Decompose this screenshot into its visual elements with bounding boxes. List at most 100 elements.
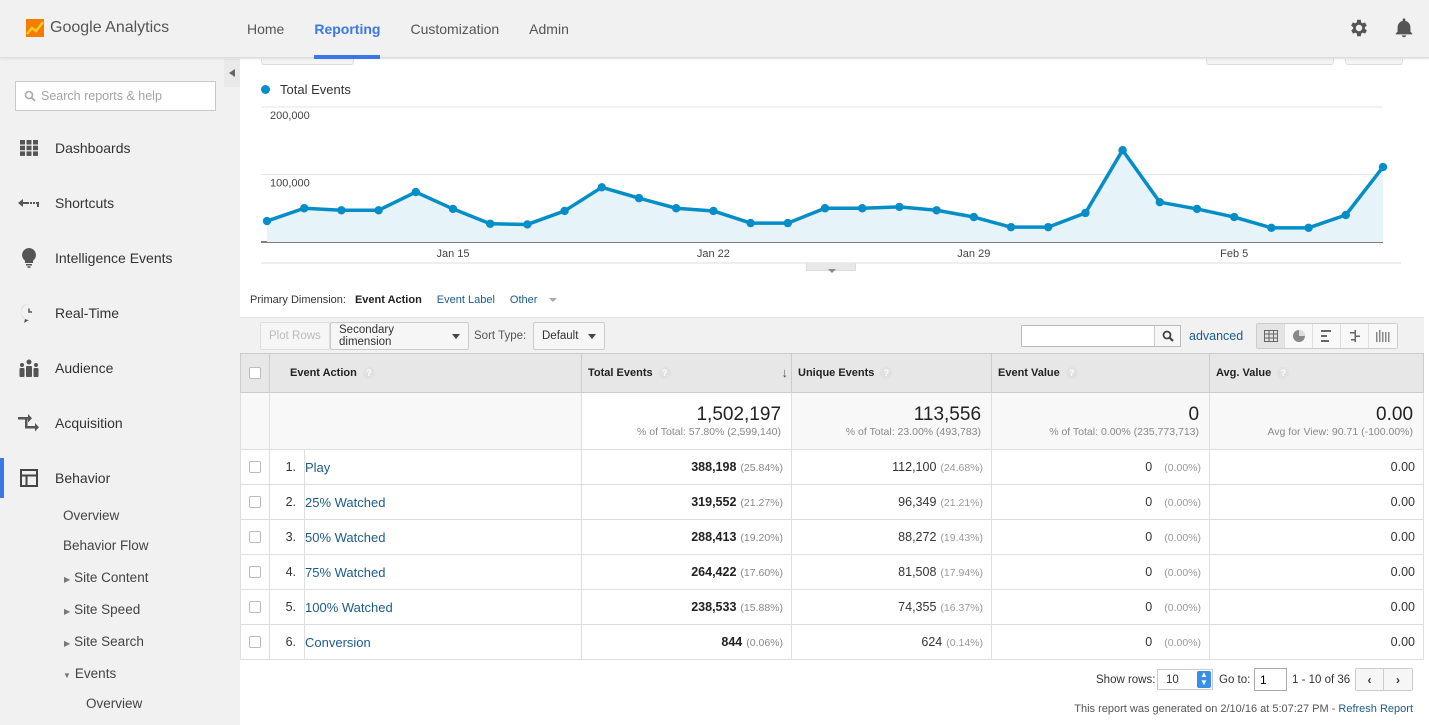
sidebar-behavior-overview[interactable]: Overview	[63, 508, 119, 523]
data-point	[783, 218, 792, 228]
layout-icon	[18, 467, 40, 489]
cell-percent: (0.14%)	[946, 637, 984, 649]
sidebar-item-shortcuts[interactable]: Shortcuts	[0, 188, 240, 218]
next-page-button[interactable]: ›	[1384, 669, 1412, 690]
advanced-filter-link[interactable]: advanced	[1189, 329, 1243, 343]
expand-chart-tab[interactable]	[806, 263, 856, 273]
sidebar-site-content[interactable]: ▶ Site Content	[64, 570, 148, 585]
select-all-checkbox[interactable]	[249, 367, 261, 379]
event-action-link[interactable]: 25% Watched	[305, 495, 385, 510]
event-action-link[interactable]: 50% Watched	[305, 530, 385, 545]
nav-customization[interactable]: Customization	[410, 0, 499, 58]
data-point	[560, 206, 569, 216]
row-checkbox[interactable]	[249, 531, 261, 543]
nav-reporting[interactable]: Reporting	[314, 0, 381, 59]
help-icon[interactable]: ?	[880, 367, 893, 380]
app-name: Google Analytics	[50, 19, 170, 36]
event-action-link[interactable]: 100% Watched	[305, 600, 393, 615]
data-point	[1081, 208, 1090, 218]
sidebar-events[interactable]: ▼ Events	[63, 666, 116, 681]
secondary-dimension-label: Secondary dimension	[339, 324, 394, 348]
table-row: 1. Play 388,198 (25.84%) 112,100 (24.68%) 0 (0.…	[240, 449, 1425, 485]
dimension-other[interactable]: Other	[510, 294, 567, 306]
sidebar-behavior-flow[interactable]: Behavior Flow	[63, 538, 149, 553]
event-action-link[interactable]: Conversion	[305, 635, 371, 650]
cell-percent: (24.68%)	[940, 462, 984, 474]
row-checkbox[interactable]	[249, 566, 261, 578]
help-icon[interactable]: ?	[1277, 367, 1290, 380]
prev-page-button[interactable]: ‹	[1356, 669, 1384, 690]
bar-view-button[interactable]	[1313, 324, 1341, 348]
header-event-value[interactable]: Event Value?	[991, 353, 1211, 393]
search-reports-input[interactable]	[41, 89, 211, 103]
secondary-dimension-dropdown[interactable]: Secondary dimension	[330, 322, 469, 350]
help-icon[interactable]: ?	[362, 367, 375, 380]
event-value-cell: 0 (0.00%)	[991, 449, 1211, 485]
event-action-link[interactable]: Play	[305, 460, 330, 475]
goto-input[interactable]	[1254, 668, 1287, 691]
data-point	[262, 216, 272, 226]
data-point	[746, 218, 755, 228]
generated-text: This report was generated on 2/10/16 at …	[1074, 703, 1339, 715]
pivot-view-button[interactable]	[1369, 324, 1397, 348]
gear-icon[interactable]	[1348, 17, 1370, 39]
sidebar-item-label: Events	[74, 666, 117, 681]
sidebar-item-behavior[interactable]: Behavior	[0, 458, 240, 498]
cell-percent: (0.00%)	[1164, 637, 1202, 649]
sidebar-item-real-time[interactable]: Real-Time	[0, 298, 240, 328]
sidebar-site-speed[interactable]: ▶ Site Speed	[64, 602, 140, 617]
header-event-action[interactable]: Event Action?	[268, 353, 583, 393]
sort-type-dropdown[interactable]: Default	[533, 322, 606, 350]
show-rows-select[interactable]: 10 ▲ ▼	[1157, 669, 1213, 690]
pie-view-button[interactable]	[1285, 324, 1313, 348]
header-unique-events[interactable]: Unique Events?	[791, 353, 993, 393]
refresh-report-link[interactable]: Refresh Report	[1338, 703, 1413, 715]
sidebar-item-intelligence-events[interactable]: Intelligence Events	[0, 243, 240, 273]
search-reports[interactable]	[15, 81, 216, 111]
cell-value: 624	[921, 635, 943, 649]
collapse-sidebar-button[interactable]	[224, 59, 240, 87]
chevron-down-icon	[549, 298, 558, 303]
row-checkbox[interactable]	[249, 636, 261, 648]
sidebar-item-acquisition[interactable]: Acquisition	[0, 408, 240, 438]
cell-percent: (16.37%)	[940, 602, 984, 614]
sidebar-item-audience[interactable]: Audience	[0, 353, 240, 383]
header-avg-value[interactable]: Avg. Value?	[1209, 353, 1425, 393]
avg-value-cell: 0.00	[1209, 589, 1425, 625]
comparison-view-button[interactable]	[1341, 324, 1369, 348]
data-point	[448, 204, 458, 214]
row-checkbox[interactable]	[249, 496, 261, 508]
row-select-cell	[240, 484, 270, 520]
nav-admin[interactable]: Admin	[529, 0, 569, 58]
cell-value: 96,349	[898, 495, 937, 509]
event-value-cell: 0 (0.00%)	[991, 589, 1211, 625]
sidebar-site-search[interactable]: ▶ Site Search	[64, 634, 144, 649]
cell-value: 0	[1145, 635, 1153, 649]
pivot-view-icon	[1376, 330, 1390, 342]
table-view-button[interactable]	[1257, 324, 1285, 348]
help-icon[interactable]: ?	[658, 367, 671, 380]
logo[interactable]: Google Analytics	[26, 19, 169, 37]
sidebar-item-label: Intelligence Events	[55, 250, 173, 266]
table-filter-input[interactable]	[1022, 326, 1154, 346]
data-point	[858, 204, 867, 213]
dimension-event-label[interactable]: Event Label	[437, 294, 495, 306]
row-checkbox[interactable]	[249, 461, 261, 473]
header-label: Unique Events	[798, 366, 875, 379]
event-action-link[interactable]: 75% Watched	[305, 565, 385, 580]
sort-type-value: Default	[542, 330, 579, 342]
table-filter-search-button[interactable]	[1154, 326, 1180, 346]
row-checkbox[interactable]	[249, 601, 261, 613]
table-toolbar: Plot Rows Secondary dimension Sort Type:…	[240, 317, 1424, 353]
sidebar-item-dashboards[interactable]: Dashboards	[0, 133, 240, 163]
sidebar-events-overview[interactable]: Overview	[86, 696, 142, 711]
header-total-events[interactable]: Total Events? ↓	[581, 353, 793, 393]
plot-rows-button[interactable]: Plot Rows	[260, 322, 330, 350]
sidebar: Dashboards Shortcuts Intelligence Events…	[0, 59, 240, 725]
nav-home[interactable]: Home	[247, 0, 284, 58]
help-icon[interactable]: ?	[1065, 367, 1078, 380]
unique-events-cell: 624 (0.14%)	[791, 624, 993, 660]
bell-icon[interactable]	[1393, 17, 1415, 39]
cell-value: 238,533	[691, 600, 737, 614]
data-point	[1118, 146, 1127, 155]
